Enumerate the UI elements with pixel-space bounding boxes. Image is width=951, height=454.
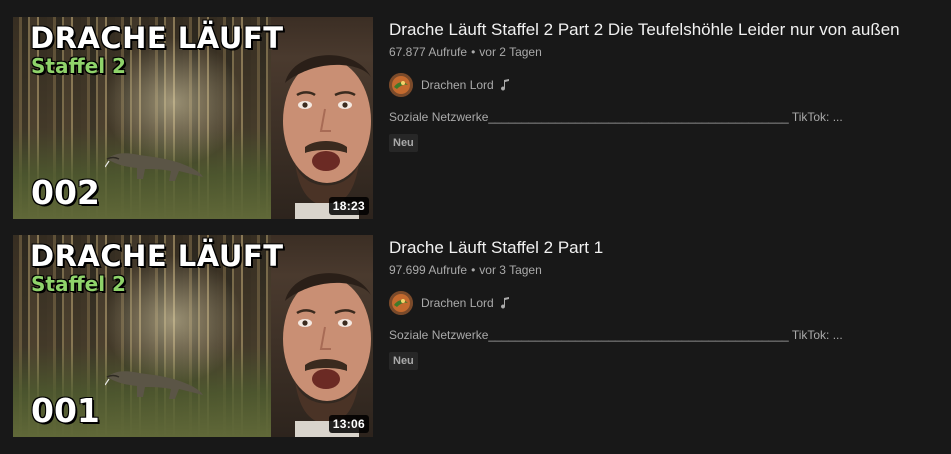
presenter-face-image — [283, 55, 371, 219]
thumbnail-title-overlay: DRACHE LÄUFT — [30, 21, 284, 55]
music-note-icon — [500, 297, 509, 309]
komodo-dragon-image — [105, 371, 203, 399]
presenter-face-image — [283, 273, 371, 437]
channel-name[interactable]: Drachen Lord — [421, 296, 494, 310]
channel-name[interactable]: Drachen Lord — [421, 78, 494, 92]
channel-avatar[interactable] — [389, 73, 413, 97]
thumbnail-subtitle-overlay: Staffel 2 — [31, 272, 126, 296]
upload-age: vor 3 Tagen — [479, 263, 542, 277]
thumbnail-subtitle-overlay: Staffel 2 — [31, 54, 126, 78]
view-count: 67.877 Aufrufe — [389, 45, 468, 59]
video-duration-badge: 18:23 — [328, 197, 369, 215]
video-title-link[interactable]: Drache Läuft Staffel 2 Part 1 — [389, 235, 949, 261]
video-metadata: Drache Läuft Staffel 2 Part 2 Die Teufel… — [389, 17, 949, 152]
avatar-image — [389, 291, 413, 315]
video-result: DRACHE LÄUFT Staffel 2 001 13:06 Drache … — [0, 235, 951, 437]
video-stats: 97.699 Aufrufe • vor 3 Tagen — [389, 262, 949, 278]
avatar-image — [389, 73, 413, 97]
channel-link[interactable]: Drachen Lord — [389, 73, 949, 97]
channel-link[interactable]: Drachen Lord — [389, 291, 949, 315]
video-description-snippet: Soziale Netzwerke_______________________… — [389, 328, 843, 342]
video-description-snippet: Soziale Netzwerke_______________________… — [389, 110, 843, 124]
separator-dot: • — [471, 263, 476, 277]
thumbnail-episode-number: 002 — [31, 173, 100, 212]
komodo-dragon-image — [105, 153, 203, 181]
view-count: 97.699 Aufrufe — [389, 263, 468, 277]
video-metadata: Drache Läuft Staffel 2 Part 1 97.699 Auf… — [389, 235, 949, 370]
thumbnail-episode-number: 001 — [31, 391, 100, 430]
video-title-link[interactable]: Drache Läuft Staffel 2 Part 2 Die Teufel… — [389, 17, 949, 43]
new-badge: Neu — [389, 352, 418, 370]
channel-avatar[interactable] — [389, 291, 413, 315]
new-badge: Neu — [389, 134, 418, 152]
video-thumbnail[interactable]: DRACHE LÄUFT Staffel 2 001 13:06 — [13, 235, 373, 437]
thumbnail-title-overlay: DRACHE LÄUFT — [30, 239, 284, 273]
separator-dot: • — [471, 45, 476, 59]
video-stats: 67.877 Aufrufe • vor 2 Tagen — [389, 44, 949, 60]
upload-age: vor 2 Tagen — [479, 45, 542, 59]
music-note-icon — [500, 79, 509, 91]
video-result: DRACHE LÄUFT Staffel 2 002 18:23 Drache … — [0, 17, 951, 219]
video-duration-badge: 13:06 — [328, 415, 369, 433]
video-list: DRACHE LÄUFT Staffel 2 002 18:23 Drache … — [0, 0, 951, 454]
video-thumbnail[interactable]: DRACHE LÄUFT Staffel 2 002 18:23 — [13, 17, 373, 219]
